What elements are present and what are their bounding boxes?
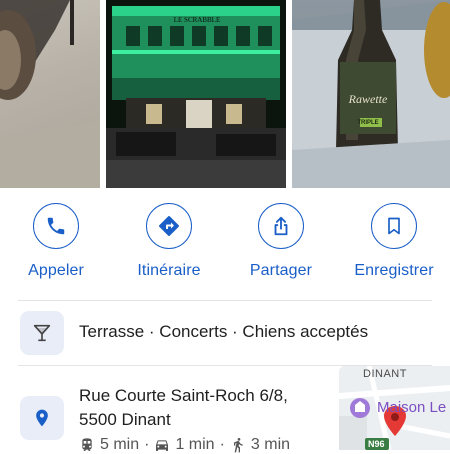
transit-time: 5 min	[100, 436, 140, 453]
bottle-label-text: Rawette	[348, 92, 388, 106]
car-icon	[156, 440, 169, 451]
directions-button[interactable]: Itinéraire	[114, 203, 224, 280]
walk-icon	[233, 438, 243, 453]
bottle-sublabel-text: TRIPLE	[357, 120, 379, 126]
save-button-circle[interactable]	[371, 203, 417, 249]
map-street-label: DINANT	[363, 368, 407, 380]
storefront-photo-art	[106, 0, 286, 188]
directions-label: Itinéraire	[137, 262, 201, 279]
directions-button-circle[interactable]	[146, 203, 192, 249]
transit-times: 5 min · 1 min · 3 min	[79, 436, 290, 454]
address-line-1: Rue Courte Saint-Roch 6/8,	[79, 386, 288, 405]
save-button[interactable]: Enregistrer	[339, 203, 449, 280]
map-road-label: N96	[368, 439, 385, 449]
photo-beer-bottle[interactable]: Rawette TRIPLE	[292, 0, 450, 188]
divider-top	[18, 300, 432, 301]
features-text: Terrasse · Concerts · Chiens acceptés	[79, 322, 369, 341]
separator-dot-2: ·	[219, 436, 225, 453]
drive-time: 1 min	[175, 436, 215, 453]
photo-storefront[interactable]: LE SCRABBLE	[106, 0, 286, 188]
map-poi-label: Maison Le	[377, 399, 447, 416]
walk-time: 3 min	[250, 436, 291, 453]
address-line-2: 5500 Dinant	[79, 410, 171, 429]
phone-icon	[47, 217, 65, 235]
photo-gallery[interactable]: LE SCRABBLE Rawette TRIPLE	[0, 0, 450, 188]
address-text[interactable]: Rue Courte Saint-Roch 6/8, 5500 Dinant	[79, 384, 288, 432]
share-button-circle[interactable]	[258, 203, 304, 249]
bottle-label: Rawette TRIPLE	[340, 92, 396, 127]
features-icon-box	[20, 311, 64, 355]
interior-photo-art	[0, 0, 100, 188]
call-button-circle[interactable]	[33, 203, 79, 249]
transit-icon	[82, 438, 92, 451]
storefront-sign-text: LE SCRABBLE	[173, 16, 221, 24]
call-button[interactable]: Appeler	[1, 203, 111, 280]
directions-icon	[159, 216, 179, 236]
action-bar: Appeler Itinéraire Partager Enregistrer	[0, 203, 450, 283]
map-thumbnail[interactable]: DINANT Maison Le N96	[339, 366, 450, 450]
call-label: Appeler	[28, 262, 84, 279]
bookmark-icon	[388, 217, 400, 235]
save-label: Enregistrer	[354, 262, 434, 279]
share-button[interactable]: Partager	[226, 203, 336, 280]
share-label: Partager	[249, 262, 313, 279]
address-icon-box	[20, 396, 64, 440]
share-icon	[274, 216, 288, 236]
separator-dot: ·	[144, 436, 150, 453]
cocktail-icon	[33, 324, 51, 342]
location-pin-icon	[36, 409, 48, 427]
photo-interior[interactable]	[0, 0, 100, 188]
